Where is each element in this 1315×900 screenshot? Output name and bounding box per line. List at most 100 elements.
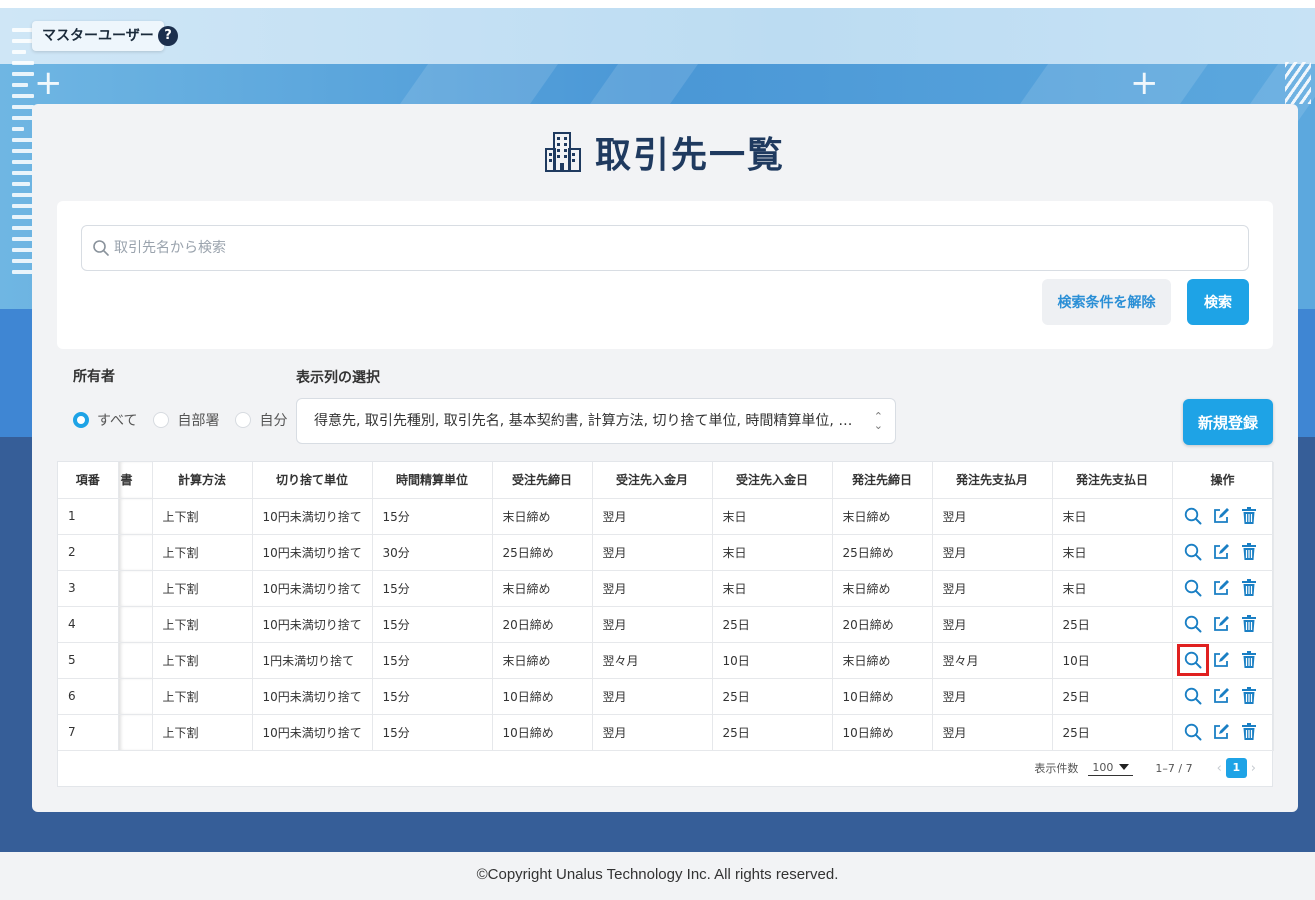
table-cell: 上下割 (152, 534, 253, 571)
table-cell (118, 678, 153, 715)
table-cell: 上下割 (152, 606, 253, 643)
page-size-label: 表示件数 (1034, 762, 1079, 775)
chevron-left-icon[interactable]: ‹ (1217, 761, 1222, 776)
table-cell: 翌々月 (592, 642, 713, 679)
table-cell: 末日 (712, 534, 833, 571)
page-size-select[interactable]: 100 (1088, 761, 1134, 776)
search-button[interactable]: 検索 (1187, 279, 1249, 325)
table-cell: 10日締め (492, 714, 593, 751)
trash-icon[interactable] (1239, 578, 1259, 598)
table-cell: 10円未満切り捨て (252, 714, 373, 751)
edit-icon[interactable] (1211, 722, 1231, 742)
new-register-button[interactable]: 新規登録 (1183, 399, 1273, 445)
clients-table: 項番書計算方法 切り捨て単位 時間精算単位 受注先締日 受注先入金月 受注先入金日 発注先締… (57, 461, 1274, 787)
table-cell: 翌月 (932, 678, 1053, 715)
table-cell: 25日 (1052, 714, 1173, 751)
radio-all[interactable]: すべて (73, 410, 137, 430)
page-title: 取引先一覧 (32, 126, 1298, 178)
radio-dot[interactable] (73, 412, 89, 428)
page-title-text: 取引先一覧 (594, 135, 785, 176)
pagination: 表示件数 100 1–7 / 7 ‹ 1 › (1034, 758, 1260, 778)
table-cell: 10日締め (832, 678, 933, 715)
table-cell: 20日締め (492, 606, 593, 643)
owner-label: 所有者 (73, 369, 115, 385)
search-field[interactable] (81, 225, 1249, 271)
table-cell: 末日締め (492, 642, 593, 679)
row-actions (1172, 570, 1274, 607)
row-actions (1172, 678, 1274, 715)
radio-my-department[interactable]: 自部署 (153, 410, 219, 430)
edit-icon[interactable] (1211, 614, 1231, 634)
radio-self[interactable]: 自分 (235, 410, 287, 430)
table-cell: 翌月 (592, 606, 713, 643)
page-button-current[interactable]: 1 (1225, 758, 1247, 778)
table-row: 5 上下割 1円未満切り捨て 15分 末日締め 翌々月 10日 末日締め 翌々月 10日 (58, 642, 1274, 679)
radio-label: 自分 (259, 413, 288, 429)
search-icon[interactable] (1176, 644, 1209, 676)
table-cell: 翌月 (592, 570, 713, 607)
trash-icon[interactable] (1239, 722, 1259, 742)
table-row: 4 上下割 10円未満切り捨て 15分 20日締め 翌月 25日 20日締め 翌月 25日 (58, 606, 1274, 643)
table-cell: 10円未満切り捨て (252, 498, 373, 535)
table-cell: 末日締め (832, 642, 933, 679)
edit-icon[interactable] (1211, 578, 1231, 598)
table-cell: 7 (58, 714, 119, 751)
search-input[interactable] (114, 226, 1234, 270)
bg-band-light (0, 8, 1315, 64)
search-icon[interactable] (1183, 578, 1203, 598)
table-cell: 25日 (712, 714, 833, 751)
columns-select[interactable]: 得意先, 取引先種別, 取引先名, 基本契約書, 計算方法, 切り捨て単位, 時… (296, 398, 896, 444)
table-row: 7 上下割 10円未満切り捨て 15分 10日締め 翌月 25日 10日締め 翌月 25日 (58, 714, 1274, 751)
search-icon[interactable] (1183, 542, 1203, 562)
search-icon[interactable] (1183, 722, 1203, 742)
user-badge[interactable]: マスターユーザー (32, 21, 164, 51)
trash-icon[interactable] (1239, 506, 1259, 526)
table-row: 1 上下割 10円未満切り捨て 15分 末日締め 翌月 末日 末日締め 翌月 末日 (58, 498, 1274, 535)
table-row: 3 上下割 10円未満切り捨て 15分 末日締め 翌月 末日 末日締め 翌月 末日 (58, 570, 1274, 607)
table-cell: 末日 (712, 498, 833, 535)
table-cell: 30分 (372, 534, 493, 571)
trash-icon[interactable] (1239, 614, 1259, 634)
trash-icon[interactable] (1239, 686, 1259, 706)
search-icon (93, 240, 109, 256)
edit-icon[interactable] (1211, 542, 1231, 562)
table-cell: 翌々月 (932, 642, 1053, 679)
table-cell: 翌月 (592, 498, 713, 535)
search-icon[interactable] (1183, 506, 1203, 526)
row-actions (1172, 534, 1274, 571)
table-cell: 上下割 (152, 570, 253, 607)
table-row: 6 上下割 10円未満切り捨て 15分 10日締め 翌月 25日 10日締め 翌月 25日 (58, 678, 1274, 715)
clear-conditions-button[interactable]: 検索条件を解除 (1042, 279, 1171, 325)
column-header: 項番 (58, 462, 119, 499)
table-cell: 10日 (712, 642, 833, 679)
table-cell: 翌月 (592, 678, 713, 715)
table-cell: 10日締め (492, 678, 593, 715)
column-header: 計算方法 (152, 462, 253, 499)
trash-icon[interactable] (1239, 650, 1259, 670)
search-panel: 検索条件を解除 検索 (57, 201, 1273, 349)
table-cell: 翌月 (932, 534, 1053, 571)
column-header: 発注先締日 (832, 462, 933, 499)
trash-icon[interactable] (1239, 542, 1259, 562)
owner-radio-group: すべて 自部署 自分 (73, 410, 303, 430)
search-icon[interactable] (1183, 614, 1203, 634)
table-cell: 末日締め (492, 498, 593, 535)
column-header: 受注先締日 (492, 462, 593, 499)
table-cell: 末日 (712, 570, 833, 607)
table-cell: 10日締め (832, 714, 933, 751)
radio-dot[interactable] (235, 412, 252, 428)
page-range: 1–7 / 7 (1155, 761, 1193, 775)
table-cell: 翌月 (932, 714, 1053, 751)
radio-dot[interactable] (153, 412, 170, 428)
table-cell: 10円未満切り捨て (252, 606, 373, 643)
chevron-right-icon[interactable]: › (1251, 761, 1256, 776)
table-header-row: 項番書計算方法 切り捨て単位 時間精算単位 受注先締日 受注先入金月 受注先入金日 発注先締… (58, 462, 1274, 499)
plus-decoration-icon: + (1130, 63, 1159, 103)
help-icon[interactable]: ? (158, 26, 178, 46)
edit-icon[interactable] (1211, 650, 1231, 670)
table-cell (118, 714, 153, 751)
search-icon[interactable] (1183, 686, 1203, 706)
bg-top (0, 0, 1315, 8)
edit-icon[interactable] (1211, 686, 1231, 706)
edit-icon[interactable] (1211, 506, 1231, 526)
